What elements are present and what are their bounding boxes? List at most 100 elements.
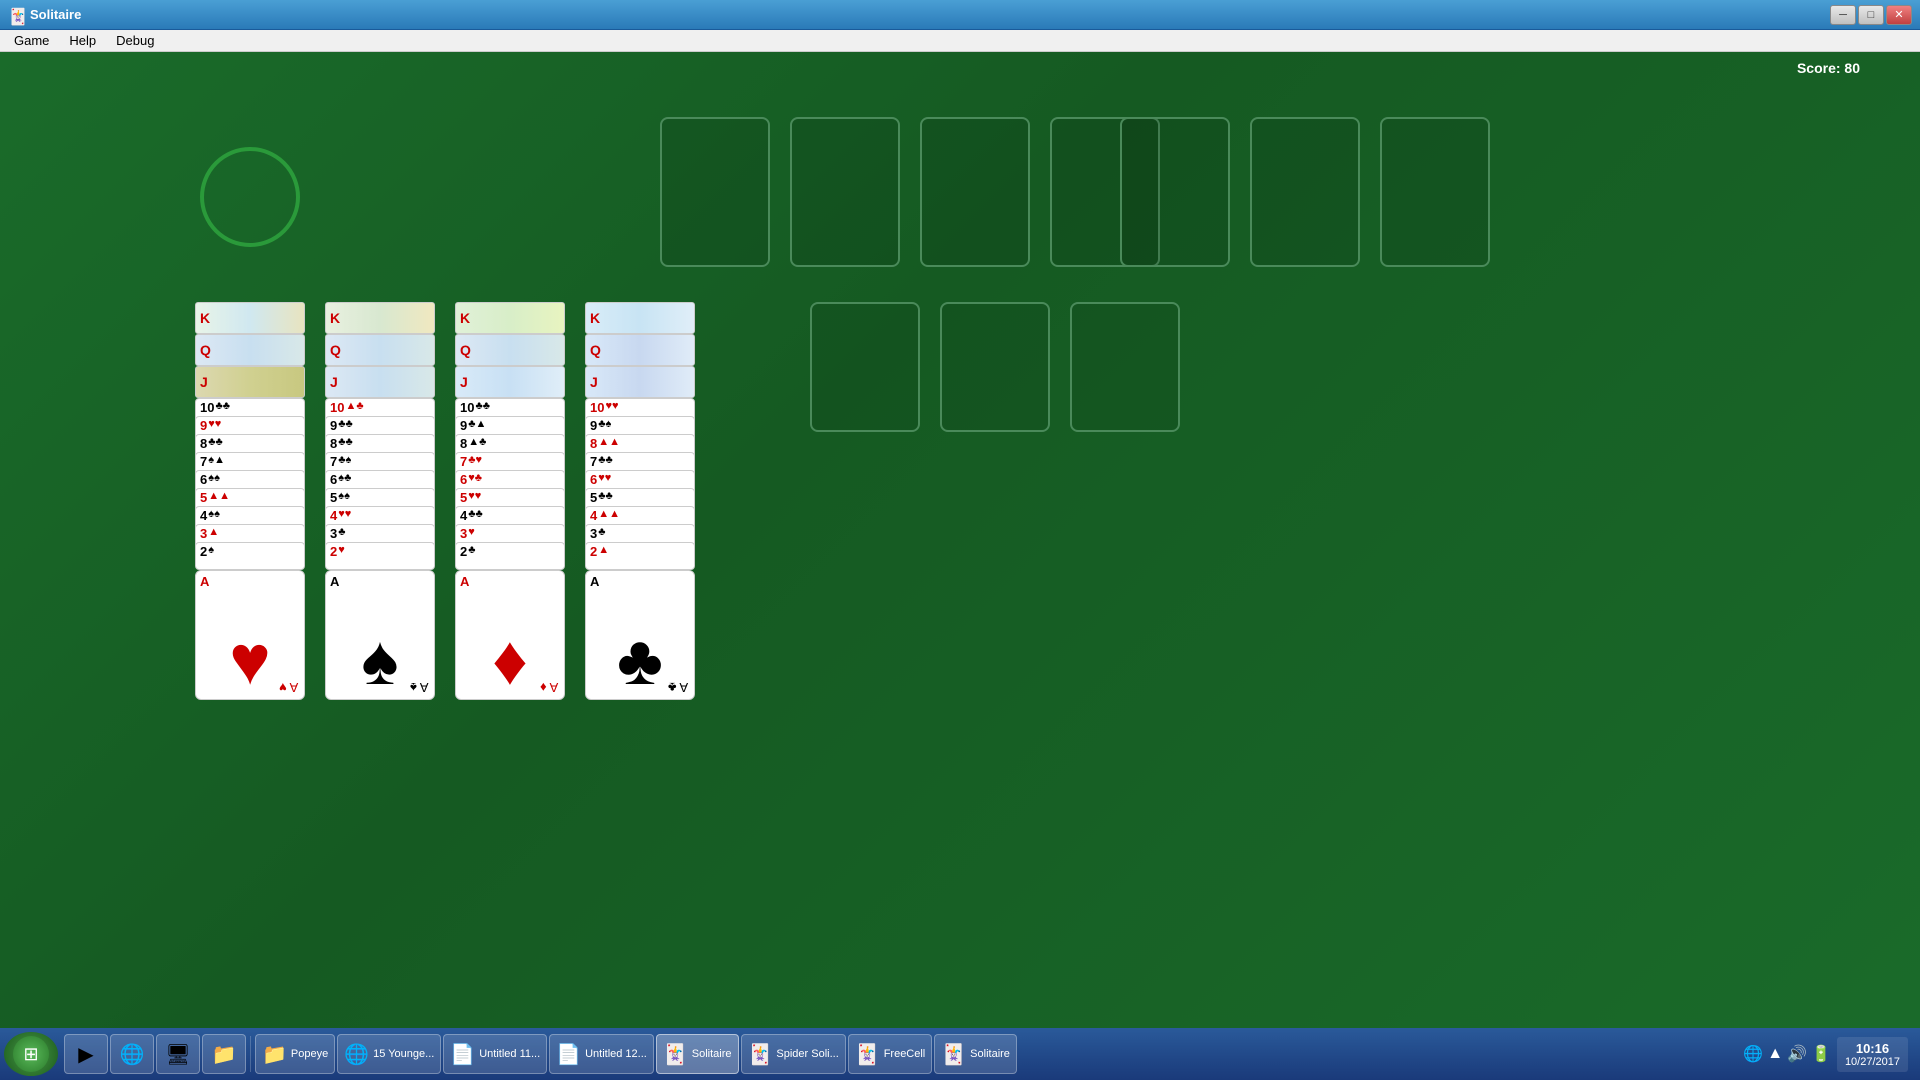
card-column-3: K Q J 10 ♣♣ 9 ♣▲ 8 ▲♣ 7 ♣♥: [455, 302, 570, 802]
restore-button[interactable]: □: [1858, 5, 1884, 25]
start-button[interactable]: ⊞: [4, 1032, 58, 1076]
foundation-slot-3[interactable]: [920, 117, 1030, 267]
freecell-label: FreeCell: [884, 1048, 926, 1060]
menu-game[interactable]: Game: [4, 31, 59, 50]
clock-time: 10:16: [1845, 1041, 1900, 1056]
spider-label: Spider Soli...: [776, 1048, 838, 1060]
card-K-hearts-face[interactable]: K: [195, 302, 305, 334]
secondary-slot-1[interactable]: [1120, 117, 1230, 267]
solitaire2-label: Solitaire: [970, 1048, 1010, 1060]
secondary-area-mid: [810, 302, 1180, 432]
taskbar-popeye-btn[interactable]: 📁 Popeye: [255, 1034, 335, 1074]
card-A-clubs[interactable]: A ♣ A ♣: [585, 570, 695, 700]
secondary-mid-slot-1[interactable]: [810, 302, 920, 432]
card-Q-spades-face[interactable]: Q: [325, 334, 435, 366]
foundation-area: [660, 117, 1160, 267]
card-Q-diamonds-face[interactable]: Q: [455, 334, 565, 366]
card-K-spades-face[interactable]: K: [325, 302, 435, 334]
card-rank: Q: [460, 343, 471, 357]
card-rank: J: [590, 375, 598, 389]
card-column-1: K Q J 10 ♣♣ 9 ♥♥ 8 ♣♣ 7 ♠▲: [195, 302, 310, 802]
taskbar-untitled12-btn[interactable]: 📄 Untitled 12...: [549, 1034, 654, 1074]
card-rank: J: [330, 375, 338, 389]
card-column-4: K Q J 10 ♥♥ 9 ♣♠ 8 ▲▲ 7 ♣♣: [585, 302, 700, 802]
card-rank: K: [460, 311, 470, 325]
card-Q-clubs-face[interactable]: Q: [585, 334, 695, 366]
card-K-diamonds-face[interactable]: K: [455, 302, 565, 334]
card-J-diamonds-face[interactable]: J: [455, 366, 565, 398]
card-J-spades-face[interactable]: J: [325, 366, 435, 398]
taskbar-separator-1: [250, 1036, 251, 1072]
card-2-hearts[interactable]: 2 ♠: [195, 542, 305, 570]
tray-icons: 🌐 ▲ 🔊 🔋: [1743, 1044, 1831, 1064]
card-J-hearts-face[interactable]: J: [195, 366, 305, 398]
app-icon: 🃏: [8, 7, 24, 23]
freecell-icon: 🃏: [855, 1042, 880, 1067]
menu-debug[interactable]: Debug: [106, 31, 164, 50]
system-tray: 🌐 ▲ 🔊 🔋 10:16 10/27/2017: [1743, 1037, 1916, 1072]
menu-bar: Game Help Debug: [0, 30, 1920, 52]
popeye-label: Popeye: [291, 1048, 328, 1060]
game-area: Score: 80 K Q J: [0, 52, 1920, 1080]
score-display: Score: 80: [1797, 60, 1860, 76]
secondary-mid-slot-2[interactable]: [940, 302, 1050, 432]
taskbar-folder-btn[interactable]: 📁: [202, 1034, 246, 1074]
tray-battery-icon: 🔋: [1811, 1044, 1831, 1064]
card-rank: K: [200, 311, 210, 325]
card-rank: Q: [200, 343, 211, 357]
secondary-slot-3[interactable]: [1380, 117, 1490, 267]
taskbar-ie-btn[interactable]: 🌐 15 Younge...: [337, 1034, 441, 1074]
card-2-clubs[interactable]: 2 ▲: [585, 542, 695, 570]
ie-label: 15 Younge...: [373, 1048, 434, 1060]
start-button-inner: ⊞: [13, 1036, 49, 1072]
columns-area: K Q J 10 ♣♣ 9 ♥♥ 8 ♣♣ 7 ♠▲: [195, 302, 700, 802]
untitled12-label: Untitled 12...: [585, 1048, 647, 1060]
foundation-slot-1[interactable]: [660, 117, 770, 267]
taskbar-spider-btn[interactable]: 🃏 Spider Soli...: [741, 1034, 846, 1074]
taskbar-solitaire-btn[interactable]: 🃏 Solitaire: [656, 1034, 739, 1074]
card-rank: K: [330, 311, 340, 325]
popeye-icon: 📁: [262, 1042, 287, 1067]
spider-icon: 🃏: [748, 1042, 773, 1067]
untitled12-icon: 📄: [556, 1042, 581, 1067]
window-controls: ─ □ ✕: [1830, 5, 1912, 25]
untitled11-icon: 📄: [450, 1042, 475, 1067]
taskbar-freecell-btn[interactable]: 🃏 FreeCell: [848, 1034, 932, 1074]
folder-icon: 📁: [212, 1042, 237, 1067]
close-button[interactable]: ✕: [1886, 5, 1912, 25]
menu-help[interactable]: Help: [59, 31, 106, 50]
taskbar-untitled11-btn[interactable]: 📄 Untitled 11...: [443, 1034, 547, 1074]
secondary-area-top: [1120, 117, 1490, 267]
clock[interactable]: 10:16 10/27/2017: [1837, 1037, 1908, 1072]
card-2-spades[interactable]: 2 ♥: [325, 542, 435, 570]
minimize-button[interactable]: ─: [1830, 5, 1856, 25]
solitaire2-icon: 🃏: [941, 1042, 966, 1067]
taskbar: ⊞ ▶ 🌐 🖥 📁 📁 Popeye 🌐 15 Younge... 📄 Unti…: [0, 1028, 1920, 1080]
deck-placeholder[interactable]: [200, 147, 300, 247]
media-icon: ▶: [78, 1042, 93, 1067]
card-A-hearts[interactable]: A ♥ A ♥: [195, 570, 305, 700]
card-rank: J: [200, 375, 208, 389]
card-J-clubs-face[interactable]: J: [585, 366, 695, 398]
taskbar-solitaire2-btn[interactable]: 🃏 Solitaire: [934, 1034, 1017, 1074]
card-Q-hearts-face[interactable]: Q: [195, 334, 305, 366]
explorer-icon: 🖥: [165, 1042, 190, 1067]
secondary-mid-slot-3[interactable]: [1070, 302, 1180, 432]
taskbar-network-btn[interactable]: 🌐: [110, 1034, 154, 1074]
card-A-diamonds[interactable]: A ♦ A ♦: [455, 570, 565, 700]
taskbar-explorer-btn[interactable]: 🖥: [156, 1034, 200, 1074]
card-A-spades[interactable]: A ♠ A ♠: [325, 570, 435, 700]
taskbar-media-btn[interactable]: ▶: [64, 1034, 108, 1074]
card-rank: J: [460, 375, 468, 389]
foundation-slot-2[interactable]: [790, 117, 900, 267]
ie-icon: 🌐: [344, 1042, 369, 1067]
title-bar: 🃏 Solitaire ─ □ ✕: [0, 0, 1920, 30]
card-2-diamonds[interactable]: 2 ♣: [455, 542, 565, 570]
tray-network-icon: 🌐: [1743, 1044, 1763, 1064]
card-column-2: K Q J 10 ▲♣ 9 ♣♣ 8 ♣♣ 7 ♣♠: [325, 302, 440, 802]
secondary-slot-2[interactable]: [1250, 117, 1360, 267]
clock-date: 10/27/2017: [1845, 1056, 1900, 1068]
untitled11-label: Untitled 11...: [479, 1048, 540, 1060]
card-K-clubs-face[interactable]: K: [585, 302, 695, 334]
tray-arrow-icon: ▲: [1767, 1045, 1783, 1063]
